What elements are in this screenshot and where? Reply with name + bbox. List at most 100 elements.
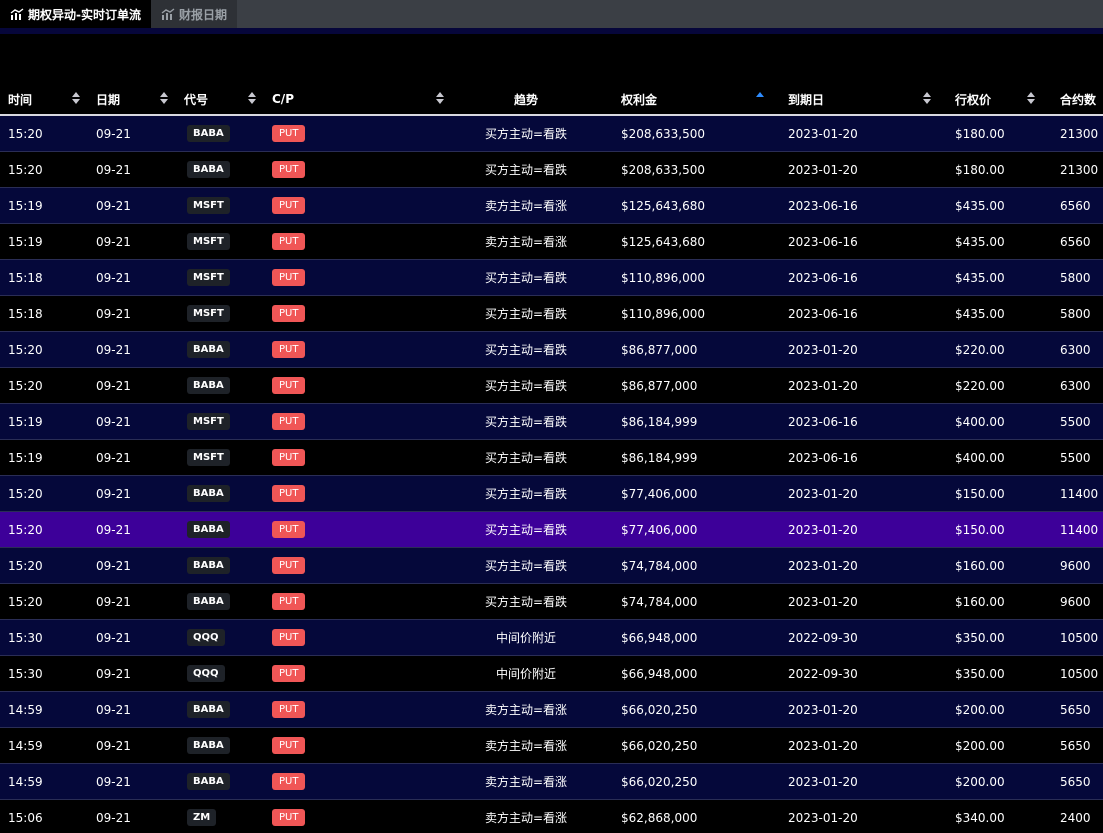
column-header-time[interactable]: 时间 [0, 84, 88, 116]
cell-trend: 中间价附近 [439, 619, 613, 656]
cell-date: 09-21 [88, 151, 176, 188]
cell-expiry: 2023-01-20 [780, 763, 947, 800]
cell-trend: 卖方主动=看涨 [439, 691, 613, 728]
column-header-cp[interactable]: C/P [264, 84, 444, 116]
table-row[interactable]: 15:20 09-21 BABA PUT 买方主动=看跌 $208,633,50… [0, 151, 1103, 188]
table-body: 15:20 09-21 BABA PUT 买方主动=看跌 $208,633,50… [0, 115, 1103, 833]
options-flow-table: 时间 日期 代号 C/P 趋势 权利金 到期日 行权价 合约数 15:20 09… [0, 84, 1103, 833]
table-row[interactable]: 15:19 09-21 MSFT PUT 买方主动=看跌 $86,184,999… [0, 403, 1103, 440]
ticker-badge[interactable]: BABA [187, 125, 230, 142]
cell-time: 15:20 [0, 151, 88, 188]
tab-earnings-dates[interactable]: 财报日期 [150, 0, 237, 28]
cell-date: 09-21 [88, 619, 176, 656]
put-badge: PUT [272, 269, 306, 286]
tab-options-flow[interactable]: 期权异动-实时订单流 [0, 0, 151, 28]
cell-cp: PUT [264, 511, 439, 548]
table-row[interactable]: 15:06 09-21 ZM PUT 卖方主动=看涨 $62,868,000 2… [0, 799, 1103, 833]
cell-code: MSFT [176, 439, 264, 476]
ticker-badge[interactable]: QQQ [187, 629, 225, 646]
cell-contracts: 9600 [1052, 583, 1103, 620]
cell-cp: PUT [264, 799, 439, 833]
cell-code: BABA [176, 547, 264, 584]
cell-expiry: 2023-01-20 [780, 727, 947, 764]
column-header-code[interactable]: 代号 [176, 84, 264, 116]
tab-label: 期权异动-实时订单流 [28, 7, 141, 22]
column-header-premium[interactable]: 权利金 [613, 84, 780, 116]
table-row[interactable]: 15:20 09-21 BABA PUT 买方主动=看跌 $77,406,000… [0, 511, 1103, 548]
cell-expiry: 2023-06-16 [780, 223, 947, 260]
table-row[interactable]: 14:59 09-21 BABA PUT 卖方主动=看涨 $66,020,250… [0, 691, 1103, 728]
sort-icon[interactable] [72, 92, 80, 106]
ticker-badge[interactable]: MSFT [187, 413, 230, 430]
cell-trend: 买方主动=看跌 [439, 475, 613, 512]
cell-time: 14:59 [0, 691, 88, 728]
table-row[interactable]: 15:18 09-21 MSFT PUT 买方主动=看跌 $110,896,00… [0, 295, 1103, 332]
sort-icon[interactable] [923, 92, 931, 106]
ticker-badge[interactable]: MSFT [187, 233, 230, 250]
cell-premium: $86,184,999 [613, 403, 780, 440]
table-row[interactable]: 15:20 09-21 BABA PUT 买方主动=看跌 $74,784,000… [0, 583, 1103, 620]
ticker-badge[interactable]: MSFT [187, 305, 230, 322]
cell-contracts: 6560 [1052, 187, 1103, 224]
column-header-trend[interactable]: 趋势 [439, 84, 613, 116]
put-badge: PUT [272, 233, 306, 250]
sort-asc-icon[interactable] [756, 92, 764, 106]
ticker-badge[interactable]: BABA [187, 593, 230, 610]
cell-date: 09-21 [88, 583, 176, 620]
table-row[interactable]: 14:59 09-21 BABA PUT 卖方主动=看涨 $66,020,250… [0, 727, 1103, 764]
table-row[interactable]: 15:19 09-21 MSFT PUT 买方主动=看跌 $86,184,999… [0, 439, 1103, 476]
table-row[interactable]: 15:20 09-21 BABA PUT 买方主动=看跌 $74,784,000… [0, 547, 1103, 584]
ticker-badge[interactable]: BABA [187, 521, 230, 538]
put-badge: PUT [272, 413, 306, 430]
put-badge: PUT [272, 485, 306, 502]
cell-trend: 买方主动=看跌 [439, 295, 613, 332]
column-header-expiry[interactable]: 到期日 [780, 84, 947, 116]
table-row[interactable]: 14:59 09-21 BABA PUT 卖方主动=看涨 $66,020,250… [0, 763, 1103, 800]
cell-contracts: 9600 [1052, 547, 1103, 584]
cell-contracts: 10500 [1052, 619, 1103, 656]
cell-premium: $110,896,000 [613, 259, 780, 296]
ticker-badge[interactable]: BABA [187, 737, 230, 754]
ticker-badge[interactable]: BABA [187, 341, 230, 358]
ticker-badge[interactable]: QQQ [187, 665, 225, 682]
table-row[interactable]: 15:19 09-21 MSFT PUT 卖方主动=看涨 $125,643,68… [0, 223, 1103, 260]
sort-icon[interactable] [248, 92, 256, 106]
table-row[interactable]: 15:18 09-21 MSFT PUT 买方主动=看跌 $110,896,00… [0, 259, 1103, 296]
sort-icon[interactable] [1027, 92, 1035, 106]
column-header-strike[interactable]: 行权价 [947, 84, 1052, 116]
table-row[interactable]: 15:30 09-21 QQQ PUT 中间价附近 $66,948,000 20… [0, 655, 1103, 692]
column-header-contracts[interactable]: 合约数 [1052, 84, 1103, 116]
cell-trend: 卖方主动=看涨 [439, 727, 613, 764]
table-row[interactable]: 15:30 09-21 QQQ PUT 中间价附近 $66,948,000 20… [0, 619, 1103, 656]
ticker-badge[interactable]: MSFT [187, 197, 230, 214]
table-row[interactable]: 15:19 09-21 MSFT PUT 卖方主动=看涨 $125,643,68… [0, 187, 1103, 224]
ticker-badge[interactable]: BABA [187, 485, 230, 502]
ticker-badge[interactable]: BABA [187, 557, 230, 574]
ticker-badge[interactable]: MSFT [187, 449, 230, 466]
cell-time: 15:20 [0, 583, 88, 620]
cell-strike: $180.00 [947, 151, 1052, 188]
cell-code: BABA [176, 727, 264, 764]
cell-strike: $435.00 [947, 295, 1052, 332]
cell-strike: $180.00 [947, 115, 1052, 152]
cell-date: 09-21 [88, 511, 176, 548]
table-row[interactable]: 15:20 09-21 BABA PUT 买方主动=看跌 $86,877,000… [0, 367, 1103, 404]
sort-icon[interactable] [160, 92, 168, 106]
table-row[interactable]: 15:20 09-21 BABA PUT 买方主动=看跌 $77,406,000… [0, 475, 1103, 512]
cell-trend: 卖方主动=看涨 [439, 187, 613, 224]
table-row[interactable]: 15:20 09-21 BABA PUT 买方主动=看跌 $208,633,50… [0, 115, 1103, 152]
ticker-badge[interactable]: MSFT [187, 269, 230, 286]
ticker-badge[interactable]: BABA [187, 701, 230, 718]
ticker-badge[interactable]: ZM [187, 809, 217, 826]
ticker-badge[interactable]: BABA [187, 161, 230, 178]
put-badge: PUT [272, 197, 306, 214]
cell-date: 09-21 [88, 763, 176, 800]
column-header-date[interactable]: 日期 [88, 84, 176, 116]
cell-cp: PUT [264, 763, 439, 800]
ticker-badge[interactable]: BABA [187, 377, 230, 394]
cell-strike: $200.00 [947, 763, 1052, 800]
put-badge: PUT [272, 305, 306, 322]
table-row[interactable]: 15:20 09-21 BABA PUT 买方主动=看跌 $86,877,000… [0, 331, 1103, 368]
cell-strike: $220.00 [947, 331, 1052, 368]
ticker-badge[interactable]: BABA [187, 773, 230, 790]
